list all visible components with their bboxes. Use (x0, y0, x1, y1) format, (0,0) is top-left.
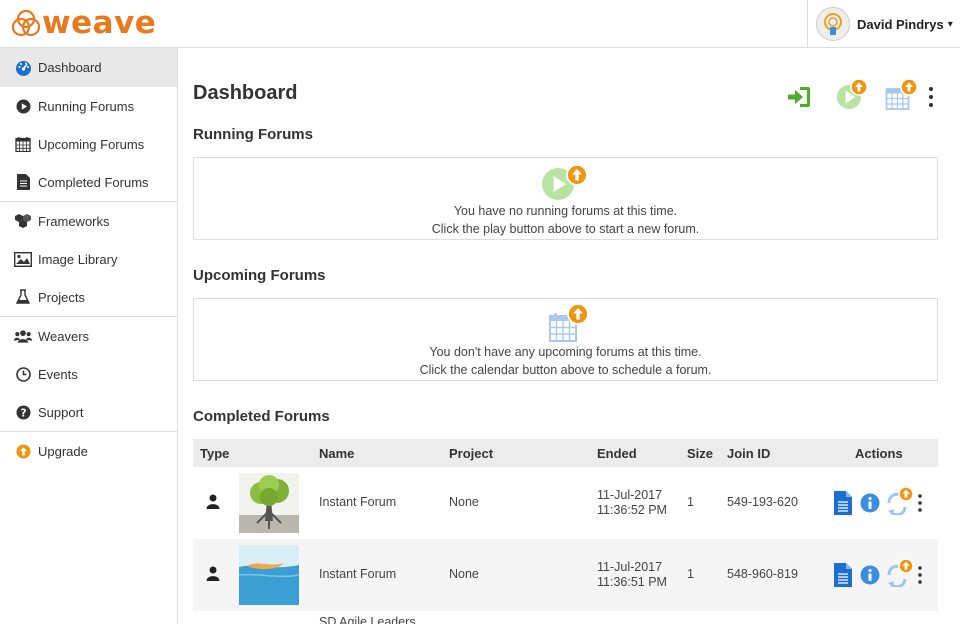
main-content: Dashboard Running Forums You have no run… (193, 48, 938, 624)
column-header-actions: Actions (855, 446, 903, 461)
sidebar-item-label: Upgrade (38, 443, 88, 459)
users-icon (14, 327, 32, 345)
schedule-forum-illustration (194, 299, 937, 343)
sidebar-item-weavers[interactable]: Weavers (0, 317, 177, 355)
running-empty-hint: Click the play button above to start a n… (431, 222, 700, 236)
forum-name[interactable]: Instant Forum (319, 495, 396, 509)
column-header-name[interactable]: Name (319, 446, 354, 461)
sidebar-item-label: Projects (38, 289, 85, 305)
sidebar-item-upcoming-forums[interactable]: Upcoming Forums (0, 125, 177, 163)
column-header-ended[interactable]: Ended (597, 446, 637, 461)
svg-text:?: ? (20, 407, 26, 419)
weave-logo-icon (12, 9, 40, 37)
forum-name[interactable]: SD Agile Leaders (319, 615, 416, 624)
schedule-forum-icon[interactable] (885, 78, 919, 114)
sidebar-item-running-forums[interactable]: Running Forums (0, 87, 177, 125)
completed-forums-title: Completed Forums (193, 408, 330, 425)
help-icon: ? (14, 403, 32, 421)
row-actions (833, 558, 933, 590)
sidebar-item-label: Completed Forums (38, 174, 149, 190)
sidebar-item-label: Upcoming Forums (38, 136, 145, 152)
upgrade-icon (14, 442, 32, 460)
start-forum-illustration (194, 158, 937, 202)
upcoming-empty-hint: Click the calendar button above to sched… (419, 363, 712, 377)
sidebar-item-label: Image Library (38, 251, 118, 267)
forum-thumbnail-ocean[interactable] (239, 545, 299, 605)
sidebar-item-upgrade[interactable]: Upgrade (0, 432, 177, 470)
forum-project: None (449, 567, 479, 581)
report-icon[interactable] (833, 491, 853, 518)
row-more-icon[interactable] (917, 493, 923, 516)
sidebar-item-label: Dashboard (38, 60, 102, 75)
join-forum-icon[interactable] (786, 85, 812, 112)
upcoming-empty-text: You don't have any upcoming forums at th… (429, 345, 702, 359)
more-options-icon[interactable] (928, 86, 934, 111)
forum-ended-date: 11-Jul-2017 (597, 560, 663, 574)
user-menu[interactable]: David Pindrys ▾ (807, 0, 960, 48)
weave-logo[interactable]: weave (12, 5, 156, 41)
user-name: David Pindrys (857, 16, 944, 32)
info-icon[interactable] (860, 565, 880, 588)
table-row[interactable]: Instant Forum None 11-Jul-2017 11:36:51 … (193, 539, 938, 611)
forum-ended-time: 11:36:52 PM (597, 503, 667, 517)
table-row[interactable]: SD Agile Leaders (193, 611, 938, 624)
cubes-icon (14, 212, 32, 230)
image-icon (14, 250, 32, 268)
forum-thumbnail-tree[interactable] (239, 473, 299, 533)
sidebar-item-completed-forums[interactable]: Completed Forums (0, 163, 177, 201)
avatar-icon (824, 13, 842, 35)
column-header-size[interactable]: Size (687, 446, 713, 461)
refresh-upgrade-icon[interactable] (885, 558, 915, 590)
sidebar-item-label: Frameworks (38, 213, 110, 229)
calendar-icon (14, 135, 32, 153)
user-icon (206, 566, 220, 584)
clock-icon (14, 365, 32, 383)
start-forum-icon[interactable] (835, 78, 869, 114)
sidebar-item-label: Events (38, 366, 78, 382)
row-more-icon[interactable] (917, 565, 923, 588)
sidebar-item-label: Weavers (38, 328, 90, 344)
report-icon[interactable] (833, 563, 853, 590)
forum-join-id: 549-193-620 (727, 495, 798, 509)
avatar (816, 7, 850, 41)
forum-size: 1 (687, 495, 694, 509)
flask-icon (14, 288, 32, 306)
sidebar-item-label: Running Forums (38, 98, 135, 114)
top-bar: weave David Pindrys ▾ (0, 0, 960, 48)
info-icon[interactable] (860, 493, 880, 516)
forum-join-id: 548-960-819 (727, 567, 798, 581)
table-row[interactable]: Instant Forum None 11-Jul-2017 11:36:52 … (193, 467, 938, 539)
document-icon (14, 173, 32, 191)
upcoming-forums-title: Upcoming Forums (193, 267, 326, 284)
running-empty-text: You have no running forums at this time. (453, 204, 678, 218)
sidebar-item-label: Support (38, 404, 84, 420)
forum-project: None (449, 495, 479, 509)
sidebar-item-projects[interactable]: Projects (0, 278, 177, 316)
upcoming-forums-empty: You don't have any upcoming forums at th… (193, 298, 938, 381)
forum-size: 1 (687, 567, 694, 581)
forum-name[interactable]: Instant Forum (319, 567, 396, 581)
forum-ended-time: 11:36:51 PM (597, 575, 667, 589)
running-forums-empty: You have no running forums at this time.… (193, 157, 938, 240)
sidebar-item-image-library[interactable]: Image Library (0, 240, 177, 278)
forum-ended-date: 11-Jul-2017 (597, 488, 663, 502)
column-header-join-id[interactable]: Join ID (727, 446, 770, 461)
sidebar-item-support[interactable]: ? Support (0, 393, 177, 431)
sidebar-item-events[interactable]: Events (0, 355, 177, 393)
refresh-upgrade-icon[interactable] (885, 486, 915, 518)
play-icon (14, 97, 32, 115)
table-header: Type Name Project Ended Size Join ID Act… (193, 439, 938, 467)
column-header-project[interactable]: Project (449, 446, 493, 461)
dashboard-icon (14, 59, 32, 77)
sidebar-item-dashboard[interactable]: Dashboard (0, 48, 177, 87)
user-icon (206, 494, 220, 512)
sidebar: Dashboard Running Forums Upcoming Forums… (0, 48, 178, 624)
chevron-down-icon: ▾ (947, 18, 953, 30)
logo-text: weave (42, 5, 157, 41)
sidebar-item-frameworks[interactable]: Frameworks (0, 202, 177, 240)
page-title: Dashboard (193, 82, 298, 104)
row-actions (833, 486, 933, 518)
running-forums-title: Running Forums (193, 126, 313, 143)
column-header-type[interactable]: Type (200, 446, 229, 461)
